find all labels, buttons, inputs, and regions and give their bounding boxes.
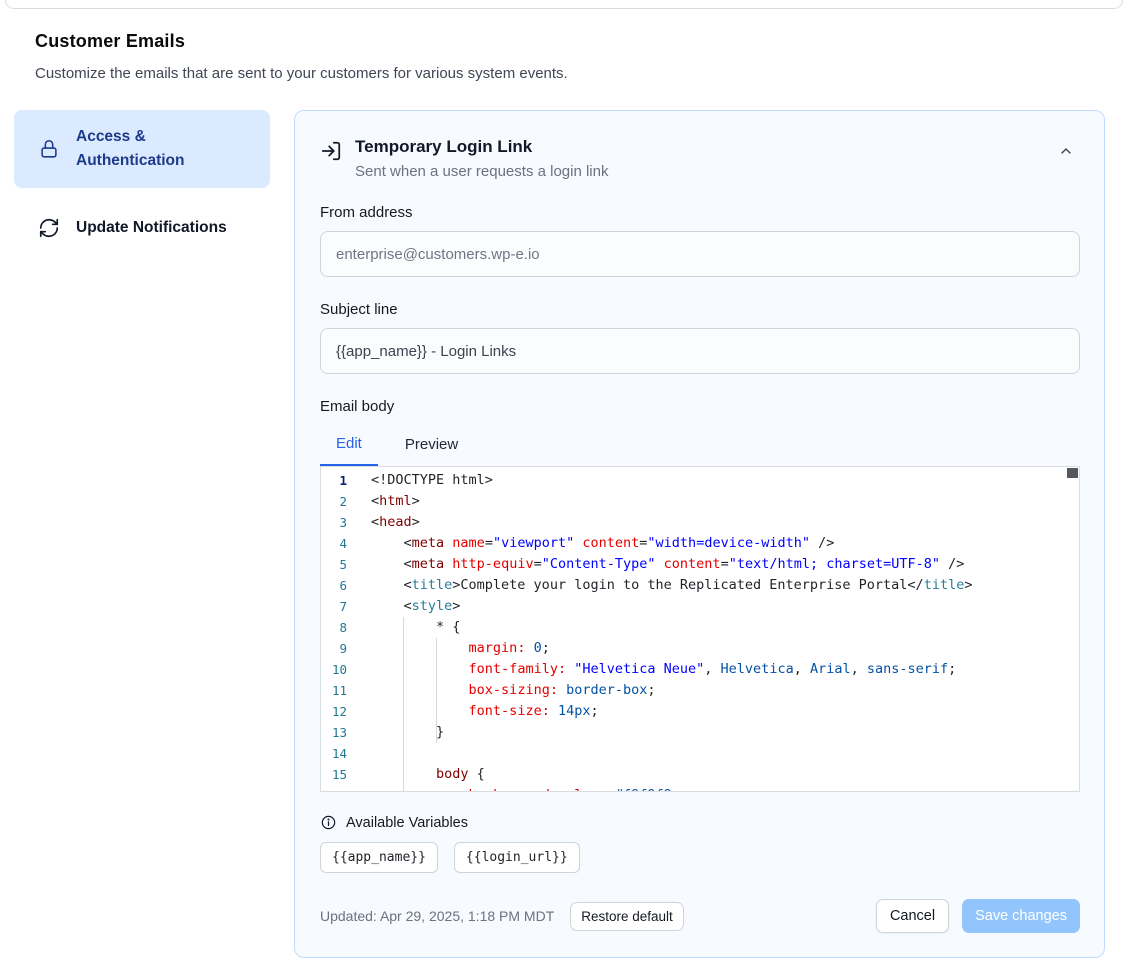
indent-guide (403, 617, 404, 791)
code-line: * { (371, 617, 1079, 638)
subject-line-label: Subject line (320, 301, 1080, 318)
line-number: 9 (321, 638, 367, 659)
panel-header: Temporary Login Link Sent when a user re… (320, 137, 1080, 180)
available-variables-label: Available Variables (346, 815, 468, 831)
panel-titles: Temporary Login Link Sent when a user re… (355, 137, 608, 180)
chevron-up-icon (1058, 143, 1074, 159)
line-number: 13 (321, 722, 367, 743)
email-body-tabs: Edit Preview (320, 427, 1080, 466)
subject-line-input[interactable] (320, 328, 1080, 374)
line-number: 11 (321, 680, 367, 701)
save-changes-button[interactable]: Save changes (962, 899, 1080, 933)
lock-icon (38, 138, 60, 160)
code-line (371, 743, 1079, 764)
code-line: <meta name="viewport" content="width=dev… (371, 533, 1079, 554)
indent-guide (436, 638, 437, 743)
code-line: font-size: 14px; (371, 701, 1079, 722)
code-editor[interactable]: 12345678910111213141516 <!DOCTYPE html><… (320, 466, 1080, 792)
page-header: Customer Emails Customize the emails tha… (35, 31, 568, 82)
code-line: background-color: #f9f9f9; (371, 785, 1079, 791)
line-number: 10 (321, 659, 367, 680)
tab-preview[interactable]: Preview (389, 427, 474, 466)
code-line: <!DOCTYPE html> (371, 470, 1079, 491)
log-in-icon (320, 140, 342, 162)
variable-chip-app-name[interactable]: {{app_name}} (320, 842, 438, 873)
tab-edit[interactable]: Edit (320, 427, 378, 466)
info-icon (320, 814, 337, 831)
code-line: font-family: "Helvetica Neue", Helvetica… (371, 659, 1079, 680)
line-number: 5 (321, 554, 367, 575)
line-number: 2 (321, 491, 367, 512)
code-line: body { (371, 764, 1079, 785)
restore-default-button[interactable]: Restore default (570, 902, 684, 931)
code-line: } (371, 722, 1079, 743)
sidebar-item-access-authentication[interactable]: Access & Authentication (14, 110, 270, 188)
email-types-sidebar: Access & Authentication Update Notificat… (14, 110, 270, 252)
page-description: Customize the emails that are sent to yo… (35, 65, 568, 82)
line-number: 15 (321, 764, 367, 785)
collapse-section-button[interactable] (1052, 137, 1080, 165)
variable-chips: {{app_name}} {{login_url}} (320, 842, 1080, 873)
code-line: margin: 0; (371, 638, 1079, 659)
sidebar-item-label: Update Notifications (76, 216, 227, 240)
line-number: 6 (321, 575, 367, 596)
code-line: <html> (371, 491, 1079, 512)
line-number: 7 (321, 596, 367, 617)
editor-code: <!DOCTYPE html><html><head> <meta name="… (367, 467, 1079, 791)
line-number: 4 (321, 533, 367, 554)
editor-scrollbar-thumb[interactable] (1067, 468, 1078, 478)
panel-title: Temporary Login Link (355, 137, 608, 157)
line-number: 8 (321, 617, 367, 638)
editor-gutter: 12345678910111213141516 (321, 467, 367, 791)
page-title: Customer Emails (35, 31, 568, 52)
line-number: 1 (321, 470, 367, 491)
from-address-label: From address (320, 204, 1080, 221)
sidebar-item-update-notifications[interactable]: Update Notifications (14, 204, 270, 252)
code-line: <title>Complete your login to the Replic… (371, 575, 1079, 596)
available-variables-row: Available Variables (320, 814, 1080, 831)
email-body-label: Email body (320, 398, 1080, 415)
variable-chip-login-url[interactable]: {{login_url}} (454, 842, 580, 873)
line-number: 16 (321, 785, 367, 792)
cancel-button[interactable]: Cancel (876, 899, 949, 933)
code-line: <meta http-equiv="Content-Type" content=… (371, 554, 1079, 575)
code-line: box-sizing: border-box; (371, 680, 1079, 701)
from-address-input[interactable] (320, 231, 1080, 277)
sync-icon (38, 217, 60, 239)
temporary-login-link-panel: Temporary Login Link Sent when a user re… (294, 110, 1105, 958)
panel-footer: Updated: Apr 29, 2025, 1:18 PM MDT Resto… (320, 899, 1080, 933)
previous-card-bottom-edge (5, 0, 1123, 9)
panel-subtitle: Sent when a user requests a login link (355, 163, 608, 180)
line-number: 14 (321, 743, 367, 764)
sidebar-item-label: Access & Authentication (76, 125, 254, 173)
line-number: 3 (321, 512, 367, 533)
code-line: <head> (371, 512, 1079, 533)
line-number: 12 (321, 701, 367, 722)
code-line: <style> (371, 596, 1079, 617)
updated-timestamp: Updated: Apr 29, 2025, 1:18 PM MDT (320, 908, 554, 924)
